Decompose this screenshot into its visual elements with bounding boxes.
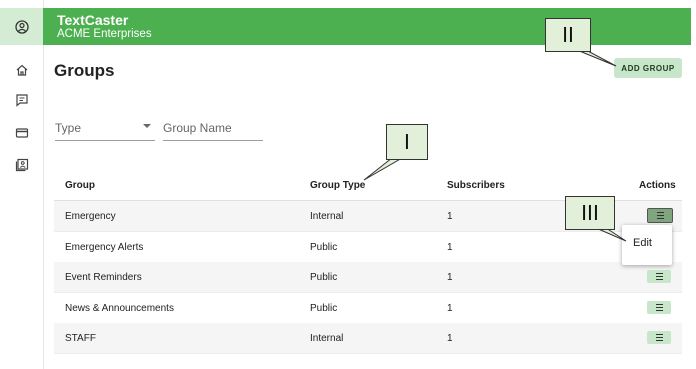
callout-label-three: III — [565, 196, 615, 230]
callout-lines — [363, 49, 627, 242]
callout-pointer-two — [576, 49, 617, 67]
callout-label-one: I — [386, 124, 428, 160]
callout-label-two: II — [545, 18, 591, 52]
callout-pointer-one — [363, 157, 404, 181]
